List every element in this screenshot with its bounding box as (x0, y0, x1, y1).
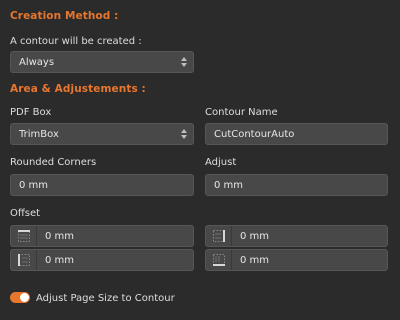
contour-name-value: CutContourAuto (214, 128, 295, 140)
up-down-arrows-icon (181, 57, 187, 67)
adjust-page-size-label: Adjust Page Size to Contour (36, 293, 175, 304)
adjust-input[interactable]: 0 mm (205, 174, 388, 196)
contour-name-input[interactable]: CutContourAuto (205, 123, 388, 145)
adjust-label: Adjust (205, 157, 237, 168)
offset-right-input[interactable]: 0 mm (205, 225, 388, 247)
offset-top-icon-box (11, 226, 37, 246)
adjust-value: 0 mm (214, 179, 244, 191)
offset-bottom-value: 0 mm (240, 254, 270, 266)
offset-top-value: 0 mm (45, 230, 75, 242)
offset-right-value: 0 mm (240, 230, 270, 242)
rounded-corners-input[interactable]: 0 mm (10, 174, 194, 196)
contour-name-label: Contour Name (205, 107, 278, 118)
offset-left-icon (17, 254, 30, 266)
rounded-corners-value: 0 mm (19, 179, 49, 191)
offset-top-icon (17, 230, 30, 242)
creation-method-title: Creation Method : (10, 10, 119, 22)
rounded-corners-label: Rounded Corners (10, 157, 97, 168)
pdf-box-select[interactable]: TrimBox (10, 123, 194, 145)
adjust-page-size-toggle[interactable] (10, 292, 30, 303)
offset-left-icon-box (11, 250, 37, 270)
area-adjustments-title: Area & Adjustements : (10, 83, 146, 95)
offset-bottom-icon (212, 254, 225, 266)
pdf-box-label: PDF Box (10, 107, 52, 118)
offset-left-input[interactable]: 0 mm (10, 249, 194, 271)
pdf-box-value: TrimBox (19, 128, 59, 140)
contour-created-label: A contour will be created : (10, 36, 142, 47)
offset-left-value: 0 mm (45, 254, 75, 266)
contour-created-value: Always (19, 56, 55, 68)
up-down-arrows-icon (181, 129, 187, 139)
offset-right-icon-box (206, 226, 232, 246)
contour-created-select[interactable]: Always (10, 51, 194, 73)
toggle-knob (20, 293, 29, 302)
offset-right-icon (212, 230, 225, 242)
offset-top-input[interactable]: 0 mm (10, 225, 194, 247)
offset-label: Offset (10, 208, 41, 219)
offset-bottom-icon-box (206, 250, 232, 270)
offset-bottom-input[interactable]: 0 mm (205, 249, 388, 271)
